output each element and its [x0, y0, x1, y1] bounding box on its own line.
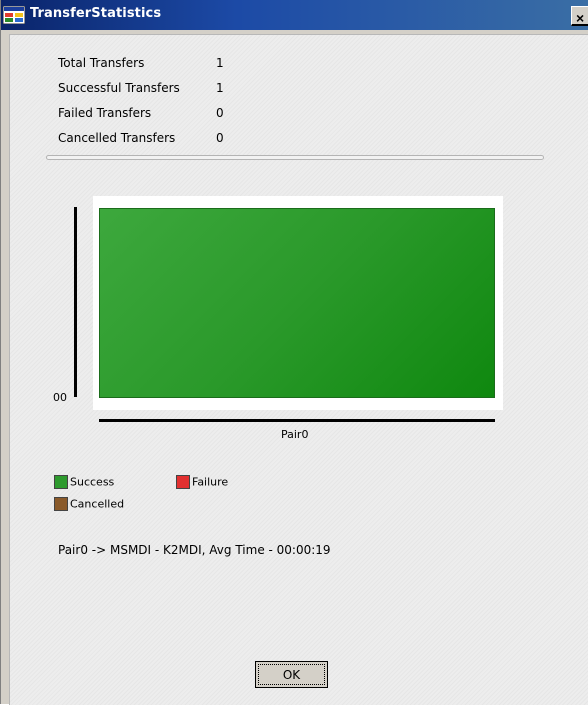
legend-label: Cancelled — [70, 497, 125, 511]
close-button[interactable]: × — [571, 6, 588, 26]
legend-label: Success — [70, 475, 115, 489]
chart-y-tick-label: 00 — [53, 391, 67, 404]
stat-label: Total Transfers — [58, 56, 145, 70]
chart-x-axis — [99, 419, 495, 422]
stats-divider — [46, 155, 544, 160]
legend-label: Failure — [192, 475, 229, 489]
stat-value: 1 — [216, 56, 224, 70]
chart-x-tick-label: Pair0 — [281, 428, 309, 441]
transfer-summary: Pair0 -> MSMDI - K2MDI, Avg Time - 00:00… — [58, 543, 331, 557]
stat-label: Successful Transfers — [58, 81, 180, 95]
stat-value: 0 — [216, 106, 224, 120]
app-window-icon — [2, 5, 26, 25]
title-bar[interactable]: TransferStatistics × — [1, 0, 588, 30]
window-title: TransferStatistics — [30, 6, 162, 21]
ok-button-label: OK — [258, 664, 325, 685]
legend-swatch-cancelled — [54, 497, 68, 511]
legend-item-failure: Failure — [176, 475, 228, 489]
stat-value: 1 — [216, 81, 224, 95]
legend-swatch-success — [54, 475, 68, 489]
chart-bar-success-pair0 — [99, 208, 495, 398]
stat-label: Cancelled Transfers — [58, 131, 176, 145]
legend-item-success: Success — [54, 475, 114, 489]
transfer-statistics-window: TransferStatistics × Total Transfers 1 S… — [0, 0, 588, 705]
chart-y-axis — [74, 207, 77, 397]
stat-value: 0 — [216, 131, 224, 145]
ok-button[interactable]: OK — [255, 661, 328, 688]
legend-item-cancelled: Cancelled — [54, 497, 124, 511]
legend-swatch-failure — [176, 475, 190, 489]
stat-label: Failed Transfers — [58, 106, 152, 120]
